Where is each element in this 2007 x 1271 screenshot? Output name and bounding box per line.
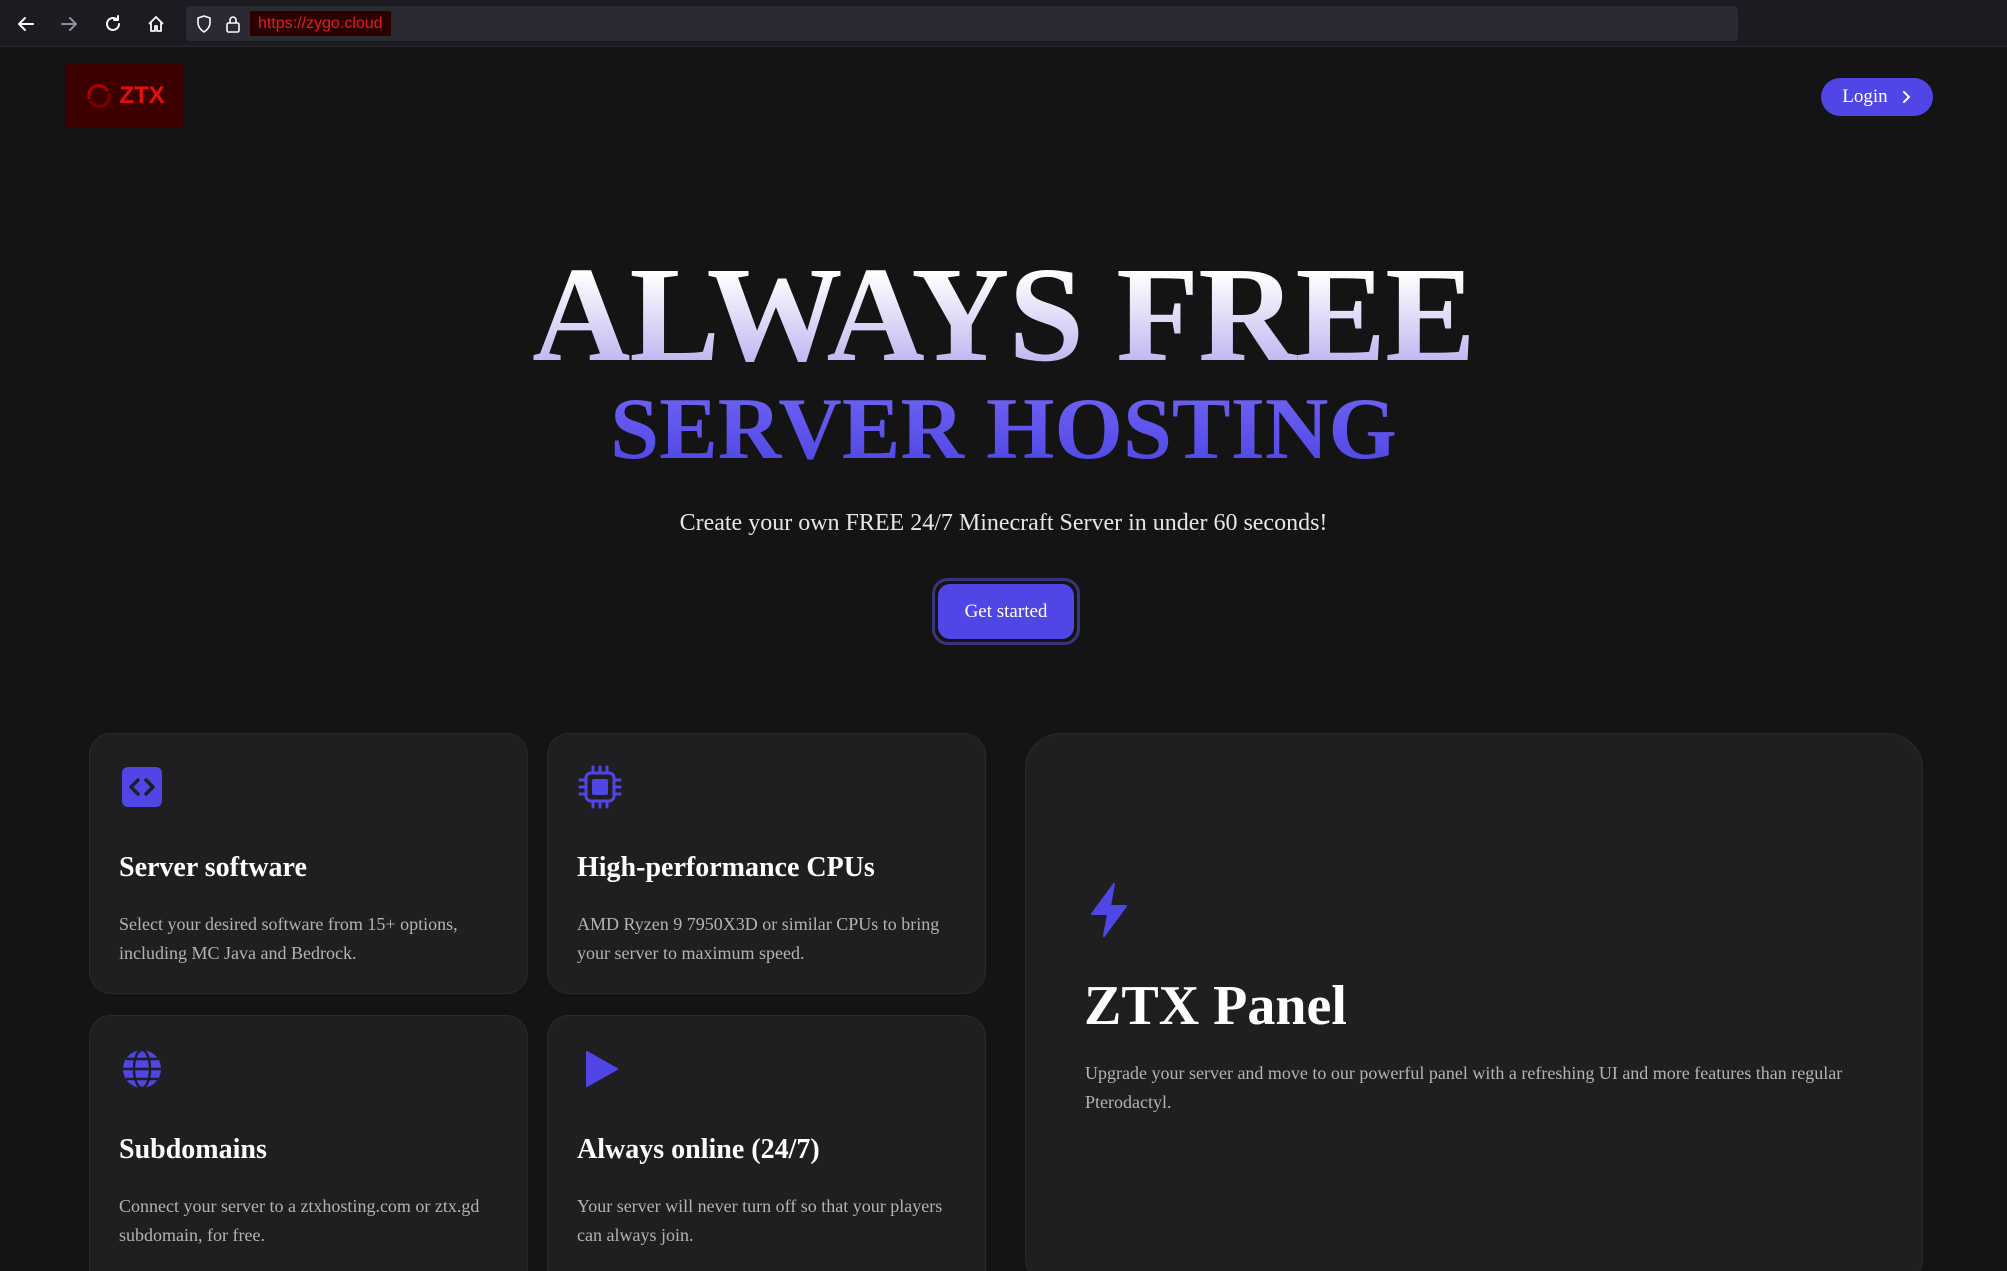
- feature-title: Server software: [119, 852, 307, 883]
- feature-title: Always online (24/7): [577, 1134, 820, 1165]
- feature-title: High-performance CPUs: [577, 852, 875, 883]
- lock-icon[interactable]: [223, 14, 243, 34]
- panel-description: Upgrade your server and move to our powe…: [1085, 1063, 1843, 1112]
- site-logo[interactable]: ZTX: [66, 64, 184, 128]
- chevron-right-icon: [1902, 91, 1910, 103]
- panel-title: ZTX Panel: [1084, 975, 1347, 1037]
- code-icon: [122, 767, 162, 807]
- hero-subtitle-heading: SERVER HOSTING: [0, 380, 2007, 480]
- globe-icon: [123, 1048, 161, 1090]
- cpu-icon: [578, 765, 622, 809]
- lightning-icon: [1091, 883, 1127, 937]
- shield-icon[interactable]: [194, 14, 214, 34]
- feature-card-always-online: Always online (24/7) Your server will ne…: [547, 1015, 986, 1271]
- url-text[interactable]: https://zygo.cloud: [250, 11, 391, 36]
- get-started-label: Get started: [938, 584, 1074, 639]
- login-button[interactable]: Login: [1821, 78, 1933, 116]
- feature-description: Your server will never turn off so that …: [577, 1196, 943, 1245]
- hero-title: ALWAYS FREE: [0, 245, 2007, 385]
- get-started-button[interactable]: Get started: [932, 578, 1080, 645]
- logo-text: ZTX: [119, 82, 165, 109]
- browser-toolbar: https://zygo.cloud: [0, 0, 2007, 47]
- back-icon[interactable]: [14, 12, 38, 36]
- feature-card-server-software: Server software Select your desired soft…: [89, 733, 528, 994]
- feature-description: Select your desired software from 15+ op…: [119, 914, 458, 963]
- ztx-panel-card: ZTX Panel Upgrade your server and move t…: [1025, 733, 1923, 1271]
- logo-swirl-icon: [87, 84, 112, 108]
- url-bar[interactable]: https://zygo.cloud: [186, 6, 1738, 41]
- reload-icon[interactable]: [101, 12, 125, 36]
- feature-card-subdomains: Subdomains Connect your server to a ztxh…: [89, 1015, 528, 1271]
- feature-card-cpus: High-performance CPUs AMD Ryzen 9 7950X3…: [547, 733, 986, 994]
- feature-description: Connect your server to a ztxhosting.com …: [119, 1196, 480, 1245]
- feature-description: AMD Ryzen 9 7950X3D or similar CPUs to b…: [577, 914, 940, 963]
- feature-title: Subdomains: [119, 1134, 267, 1165]
- login-label: Login: [1842, 86, 1888, 107]
- play-icon: [586, 1051, 618, 1087]
- forward-icon[interactable]: [57, 12, 81, 36]
- hero-tagline: Create your own FREE 24/7 Minecraft Serv…: [679, 510, 1328, 536]
- home-icon[interactable]: [144, 12, 168, 36]
